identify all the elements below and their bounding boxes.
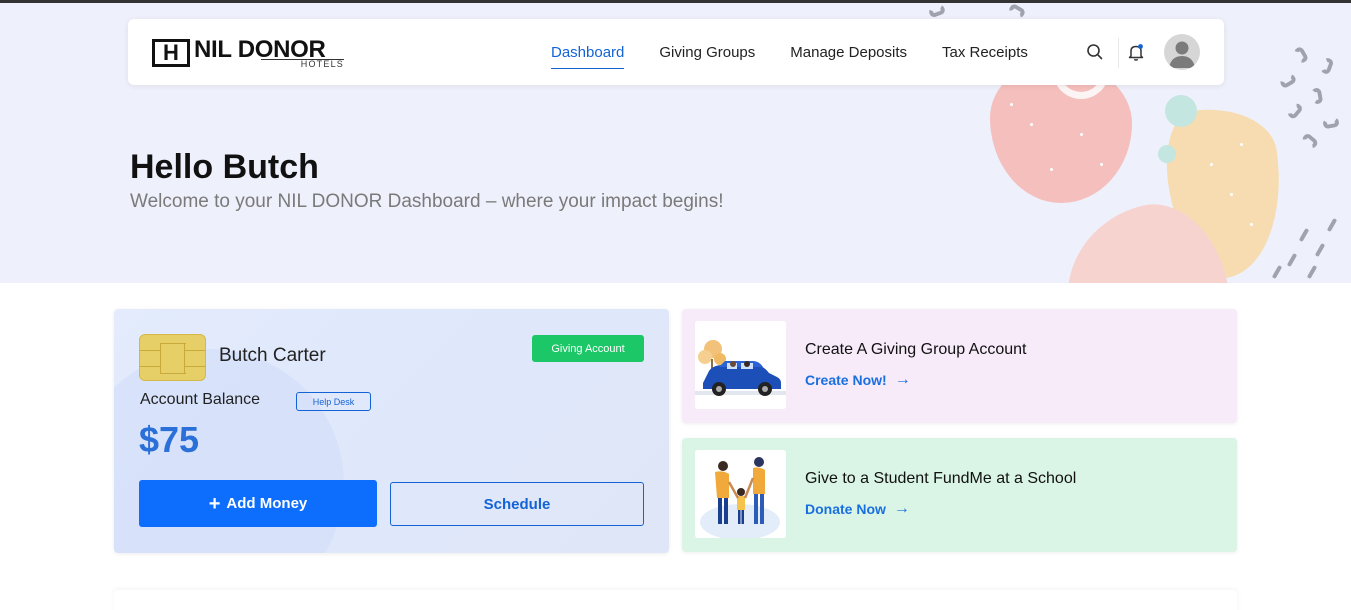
account-type-badge: Giving Account <box>532 335 644 362</box>
promo-card-giving-group: Create A Giving Group Account Create Now… <box>682 309 1237 423</box>
car-family-illustration <box>695 321 786 409</box>
decor-speck <box>1080 133 1083 136</box>
decor-speck <box>1230 193 1233 196</box>
account-holder-name: Butch Carter <box>219 345 326 366</box>
decor-dash <box>1286 252 1298 268</box>
add-money-label: Add Money <box>226 495 308 512</box>
nav-divider <box>1118 38 1119 68</box>
decor-squiggle <box>1286 101 1304 121</box>
donate-now-link[interactable]: Donate Now → <box>805 500 910 518</box>
decor-dash <box>1306 264 1318 280</box>
page-subtitle: Welcome to your NIL DONOR Dashboard – wh… <box>130 191 724 212</box>
main-nav: Dashboard Giving Groups Manage Deposits … <box>551 19 1063 85</box>
decor-speck <box>1240 143 1243 146</box>
decor-dash <box>1326 217 1338 233</box>
nav-manage-deposits[interactable]: Manage Deposits <box>790 38 907 67</box>
decor-dash <box>1298 227 1310 243</box>
promo-card-student-fundme: Give to a Student FundMe at a School Don… <box>682 438 1237 552</box>
decor-speck <box>1210 163 1213 166</box>
help-desk-button[interactable]: Help Desk <box>296 392 371 411</box>
decor-teal-dot <box>1165 95 1197 127</box>
bottom-panel <box>114 590 1237 610</box>
decor-squiggle <box>1319 56 1335 76</box>
decor-speck <box>1250 223 1253 226</box>
decor-speck <box>1030 123 1033 126</box>
decor-squiggle <box>1310 87 1324 105</box>
decor-squiggle <box>1007 3 1027 20</box>
logo-mark: H <box>152 39 190 67</box>
add-money-button[interactable]: + Add Money <box>139 480 377 527</box>
decor-squiggle <box>927 3 947 19</box>
plus-icon: + <box>208 492 221 515</box>
arrow-right-icon: → <box>893 500 910 517</box>
logo-sub: HOTELS <box>260 59 344 69</box>
create-now-label: Create Now! <box>805 372 887 388</box>
decor-squiggle <box>1278 72 1298 90</box>
nav-dashboard[interactable]: Dashboard <box>551 38 625 69</box>
brand-logo[interactable]: H NIL DONOR HOTELS <box>152 38 344 69</box>
top-header: H NIL DONOR HOTELS Dashboard Giving Grou… <box>128 19 1224 85</box>
avatar[interactable] <box>1164 34 1200 70</box>
create-now-link[interactable]: Create Now! → <box>805 371 911 389</box>
balance-label: Account Balance <box>140 391 261 408</box>
bell-icon[interactable] <box>1125 41 1147 63</box>
decor-speck <box>1100 163 1103 166</box>
family-illustration <box>695 450 786 538</box>
arrow-right-icon: → <box>894 371 911 388</box>
card-chip-icon <box>139 334 206 381</box>
decor-squiggle <box>1300 132 1320 150</box>
promo-title: Give to a Student FundMe at a School <box>805 470 1077 487</box>
decor-squiggle <box>1292 45 1310 65</box>
decor-dash <box>1271 264 1283 280</box>
account-card: Butch Carter Giving Account Account Bala… <box>114 309 669 553</box>
account-balance: $75 <box>139 419 200 460</box>
decor-teal-dot-small <box>1158 145 1176 163</box>
decor-squiggle <box>1322 116 1340 130</box>
logo-wordmark: NIL DONOR HOTELS <box>194 38 344 69</box>
page-title: Hello Butch <box>130 148 319 186</box>
nav-giving-groups[interactable]: Giving Groups <box>659 38 755 67</box>
donate-now-label: Donate Now <box>805 501 886 517</box>
decor-speck <box>1050 168 1053 171</box>
decor-dash <box>1314 242 1326 258</box>
schedule-button[interactable]: Schedule <box>390 482 644 526</box>
nav-tax-receipts[interactable]: Tax Receipts <box>942 38 1028 67</box>
promo-title: Create A Giving Group Account <box>805 341 1027 358</box>
decor-speck <box>1010 103 1013 106</box>
search-icon[interactable] <box>1084 41 1106 63</box>
